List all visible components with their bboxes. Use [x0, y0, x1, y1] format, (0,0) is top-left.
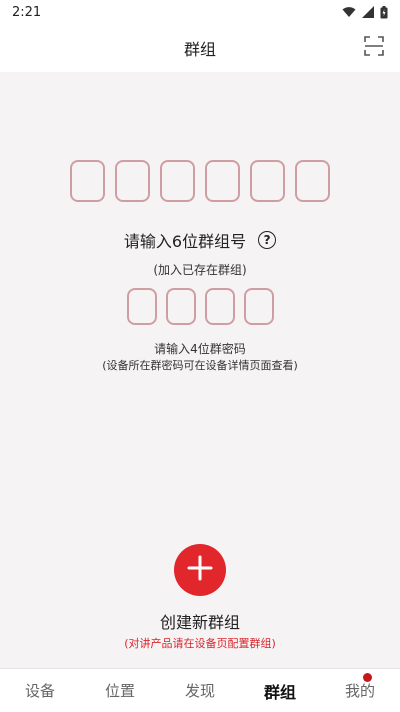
scan-icon [364, 36, 384, 60]
group-code-digit-box[interactable] [295, 160, 330, 202]
group-code-digit-box[interactable] [160, 160, 195, 202]
group-code-sub-prompt: (加入已存在群组) [153, 263, 247, 277]
group-code-prompt: 请输入6位群组号 ? [0, 228, 400, 252]
group-code-digit-box[interactable] [70, 160, 105, 202]
group-code-digit-box[interactable] [115, 160, 150, 202]
title-bar: 群组 [0, 24, 400, 72]
nav-item-me[interactable]: 我的 [320, 669, 400, 712]
wifi-icon [342, 6, 356, 18]
battery-icon [380, 5, 388, 19]
nav-item-discover[interactable]: 发现 [160, 669, 240, 712]
group-code-prompt-text: 请输入6位群组号 [123, 232, 247, 251]
plus-icon [187, 555, 213, 585]
group-password-input[interactable] [0, 288, 400, 325]
group-code-input[interactable] [0, 160, 400, 202]
create-group-label[interactable]: 创建新群组 [0, 609, 400, 633]
notification-dot [363, 673, 372, 682]
nav-item-me-label: 我的 [344, 682, 375, 700]
create-group-hint: (对讲产品请在设备页配置群组) [124, 637, 276, 650]
page-title: 群组 [183, 40, 216, 59]
password-digit-box[interactable] [243, 288, 274, 325]
bottom-nav: 设备 位置 发现 群组 我的 [0, 668, 400, 712]
help-icon[interactable]: ? [258, 231, 277, 249]
nav-item-devices[interactable]: 设备 [0, 669, 80, 712]
status-time: 2:21 [12, 4, 42, 20]
nav-item-groups[interactable]: 群组 [240, 669, 320, 712]
nav-item-location[interactable]: 位置 [80, 669, 160, 712]
password-digit-box[interactable] [165, 288, 196, 325]
group-code-digit-box[interactable] [205, 160, 240, 202]
password-digit-box[interactable] [126, 288, 157, 325]
group-code-digit-box[interactable] [250, 160, 285, 202]
create-group-button[interactable] [174, 544, 226, 596]
signal-icon [362, 6, 374, 18]
password-digit-box[interactable] [204, 288, 235, 325]
status-bar: 2:21 [0, 0, 400, 24]
scan-button[interactable] [362, 36, 386, 60]
group-join-panel: 请输入6位群组号 ? (加入已存在群组) 请输入4位群密码 (设备所在群密码可在… [0, 72, 400, 666]
password-hint: (设备所在群密码可在设备详情页面查看) [102, 359, 298, 372]
password-prompt: 请输入4位群密码 [154, 342, 246, 356]
status-icons [342, 5, 388, 19]
